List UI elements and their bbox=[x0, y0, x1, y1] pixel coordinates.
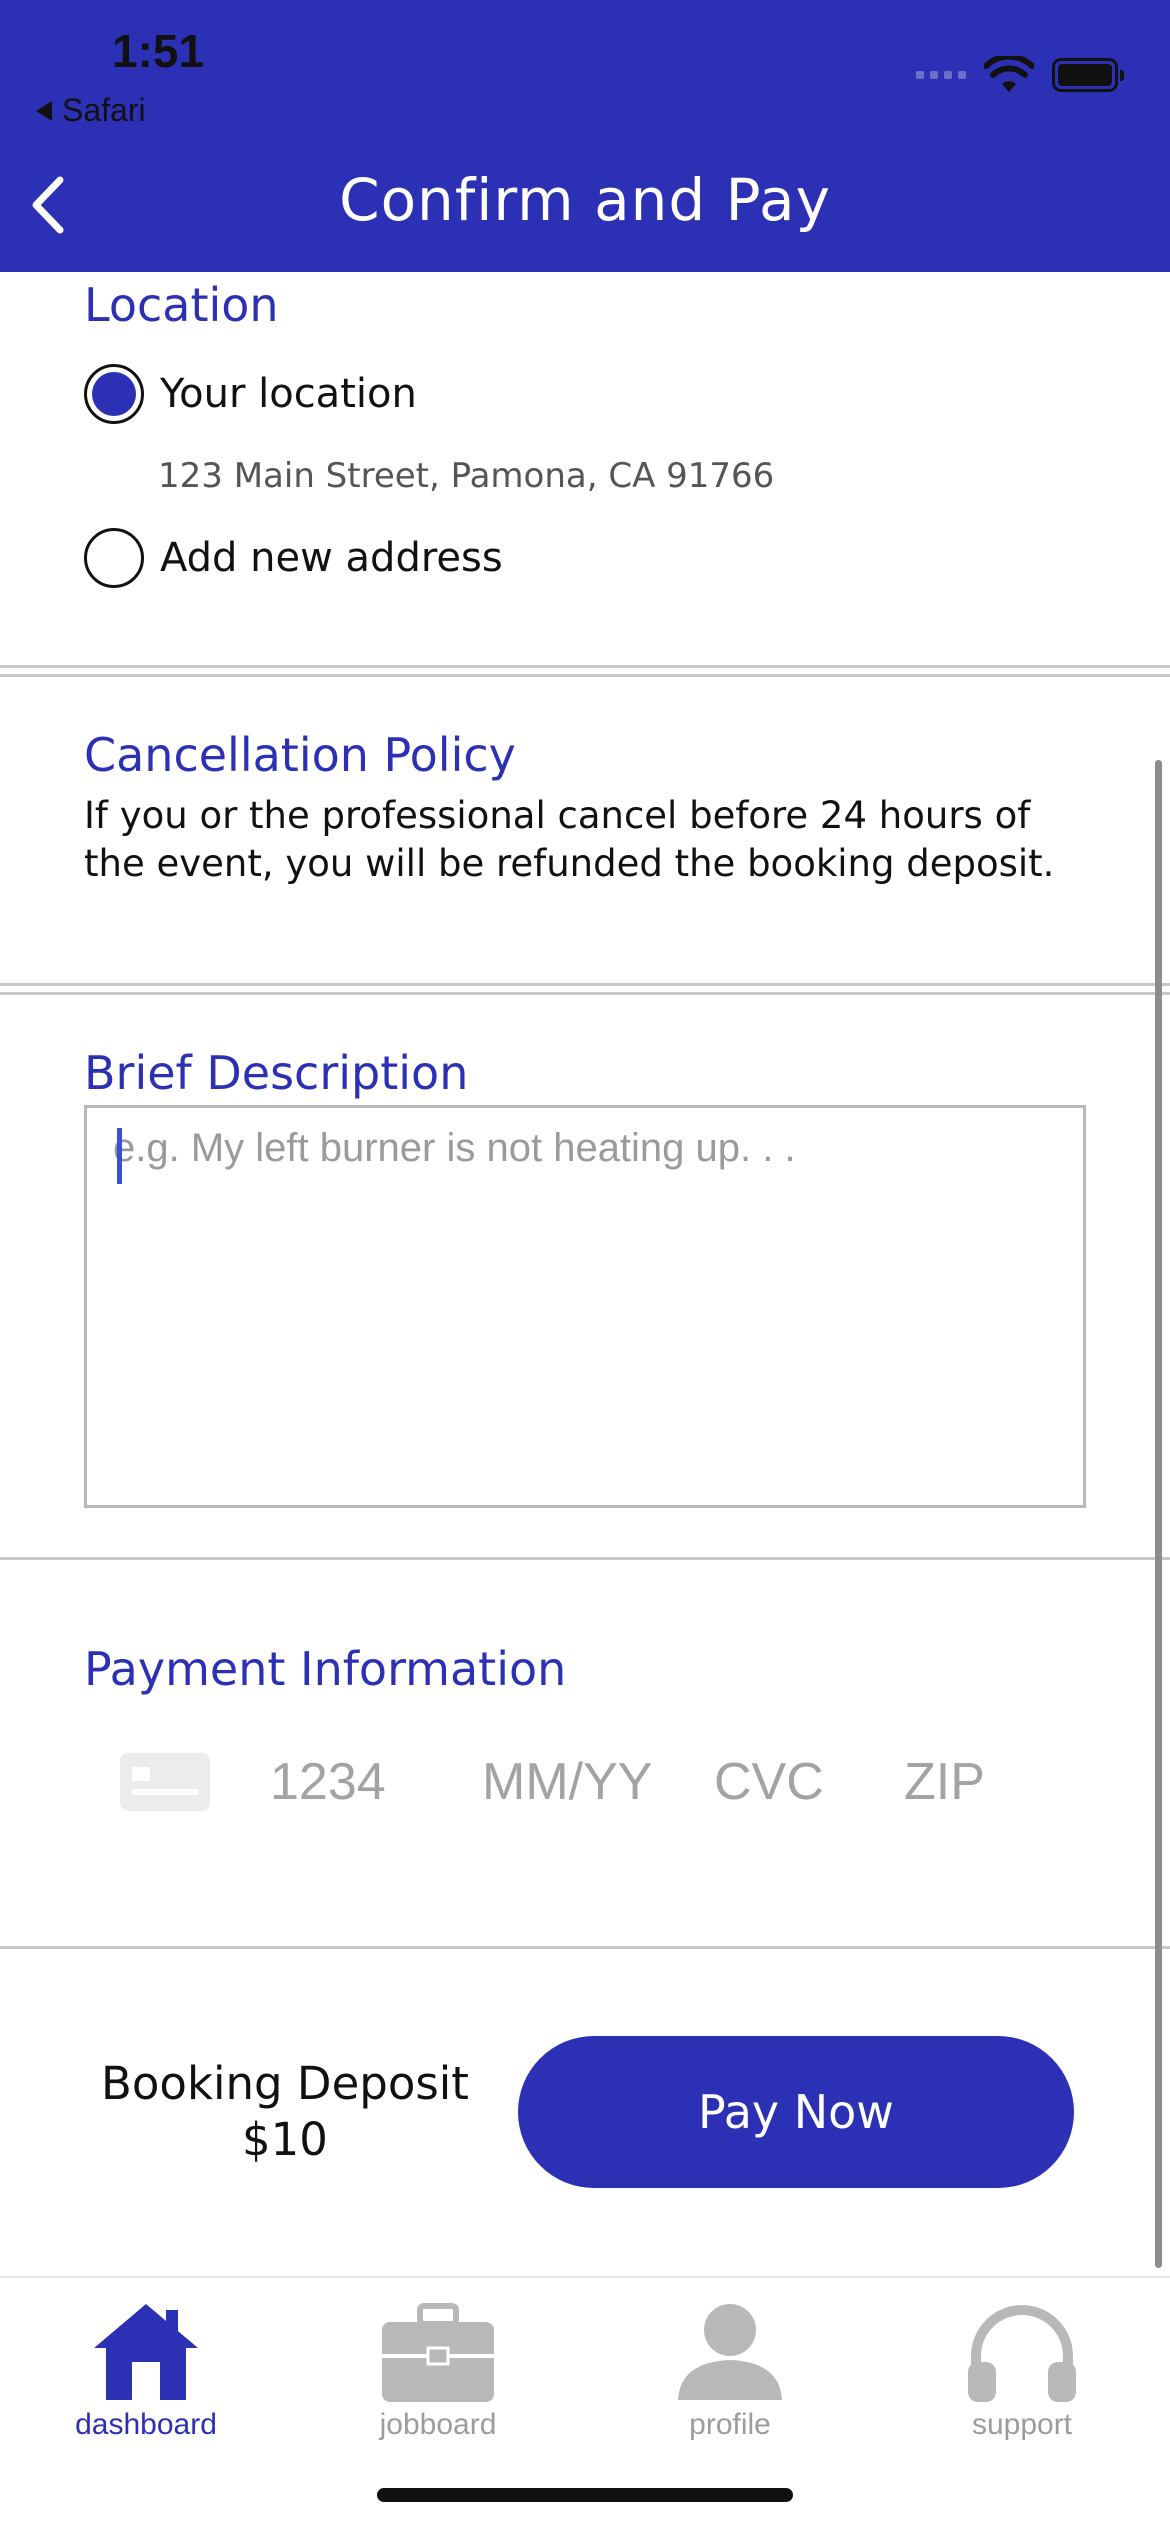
tab-profile[interactable]: profile bbox=[584, 2296, 876, 2446]
house-icon bbox=[94, 2304, 198, 2400]
cancellation-section-title: Cancellation Policy bbox=[84, 728, 516, 782]
saved-address: 123 Main Street, Pamona, CA 91766 bbox=[158, 456, 775, 496]
tab-support[interactable]: support bbox=[876, 2296, 1168, 2446]
tab-jobboard[interactable]: jobboard bbox=[292, 2296, 584, 2446]
divider bbox=[0, 665, 1170, 668]
card-input-row[interactable]: 1234 MM/YY CVC ZIP bbox=[120, 1752, 985, 1812]
credit-card-icon bbox=[120, 1753, 210, 1811]
status-time: 1:51 bbox=[112, 25, 205, 77]
battery-icon bbox=[1052, 58, 1124, 92]
tab-dashboard[interactable]: dashboard bbox=[0, 2296, 292, 2446]
briefcase-icon bbox=[382, 2303, 494, 2402]
description-input[interactable] bbox=[87, 1108, 1083, 1505]
tab-label-profile: profile bbox=[689, 2408, 771, 2441]
divider bbox=[0, 1946, 1170, 1949]
tab-label-dashboard: dashboard bbox=[75, 2408, 217, 2441]
divider bbox=[0, 992, 1170, 995]
zip-field[interactable]: ZIP bbox=[904, 1752, 985, 1812]
description-box bbox=[84, 1105, 1086, 1508]
radio-your-location[interactable]: Your location bbox=[84, 364, 417, 424]
headphones-icon bbox=[968, 2305, 1076, 2402]
cancellation-policy-text: If you or the professional cancel before… bbox=[84, 794, 1055, 885]
deposit-label: Booking Deposit bbox=[101, 2057, 469, 2110]
radio-selected-icon[interactable] bbox=[84, 364, 144, 424]
deposit-amount: $10 bbox=[242, 2113, 328, 2166]
expiry-field[interactable]: MM/YY bbox=[482, 1752, 714, 1812]
cellular-signal-icon bbox=[916, 71, 966, 79]
radio-add-new-address[interactable]: Add new address bbox=[84, 528, 503, 588]
person-icon bbox=[678, 2304, 782, 2400]
tab-label-jobboard: jobboard bbox=[379, 2408, 497, 2441]
back-triangle-icon bbox=[36, 100, 52, 121]
description-section-title: Brief Description bbox=[84, 1046, 469, 1100]
page-title: Confirm and Pay bbox=[339, 166, 831, 234]
header-bar: 1:51 Safari Confirm and Pay bbox=[0, 0, 1170, 272]
tab-label-support: support bbox=[971, 2408, 1073, 2441]
back-to-app-link[interactable]: Safari bbox=[36, 92, 146, 129]
radio-label-add-new-address: Add new address bbox=[160, 535, 503, 581]
cvc-field[interactable]: CVC bbox=[714, 1752, 904, 1812]
status-icons bbox=[916, 56, 1124, 94]
back-app-label: Safari bbox=[62, 92, 146, 128]
home-indicator bbox=[377, 2488, 793, 2502]
divider bbox=[0, 1557, 1170, 1560]
radio-label-your-location: Your location bbox=[160, 371, 417, 417]
text-caret bbox=[117, 1128, 122, 1184]
pay-now-button[interactable]: Pay Now bbox=[518, 2036, 1074, 2188]
card-number-field[interactable]: 1234 bbox=[270, 1752, 482, 1812]
scrollbar[interactable] bbox=[1155, 760, 1162, 2268]
radio-unselected-icon[interactable] bbox=[84, 528, 144, 588]
divider bbox=[0, 674, 1170, 677]
booking-deposit: Booking Deposit $10 bbox=[70, 2056, 500, 2168]
wifi-icon bbox=[984, 56, 1034, 92]
location-section-title: Location bbox=[84, 278, 279, 332]
payment-section-title: Payment Information bbox=[84, 1642, 567, 1696]
divider bbox=[0, 983, 1170, 986]
